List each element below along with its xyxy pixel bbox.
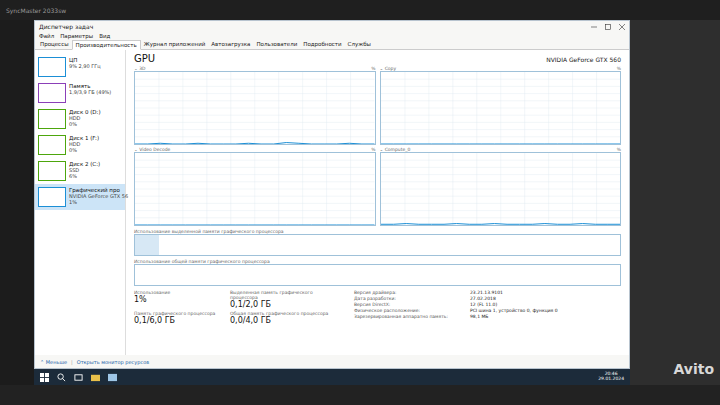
left-bezel <box>0 20 34 385</box>
sidebar-item[interactable]: Память1,9/3,9 ГБ (49%) <box>35 80 125 106</box>
graph-chart <box>134 71 376 145</box>
sidebar: ЦП9% 2,90 ГГцПамять1,9/3,9 ГБ (49%)Диск … <box>35 50 126 355</box>
detail-row: Физическое расположение:PCI шина 1, устр… <box>354 308 558 313</box>
sidebar-item-detail: 1,9/3,9 ГБ (49%) <box>69 89 111 95</box>
monitor-bezel: SyncMaster 2033sw <box>0 0 720 20</box>
sidebar-item[interactable]: Диск 2 (C:)SSD6% <box>35 158 125 184</box>
title-bar: Диспетчер задач <box>35 21 629 32</box>
detail-row: Версия драйвера:23.21.13.9101 <box>354 290 558 295</box>
stat: Память графического процессора0,1/6,0 ГБ <box>134 311 224 325</box>
panel-title: GPU <box>134 53 155 64</box>
sidebar-item-detail: HDD <box>69 141 99 147</box>
window-title: Диспетчер задач <box>39 23 93 30</box>
tab[interactable]: Службы <box>345 40 374 49</box>
tab[interactable]: Производительность <box>72 40 141 50</box>
stat: Выделенная память графического процессор… <box>230 290 340 309</box>
minimize-icon <box>591 24 597 30</box>
clock[interactable]: 20:4629.01.2024 <box>598 372 624 382</box>
thumbnail-graph <box>38 135 66 155</box>
task-manager-window: Диспетчер задачФайлПараметрыВидПроцессыП… <box>34 20 630 369</box>
sidebar-item-name: Графический про <box>69 187 122 193</box>
search-icon[interactable] <box>57 373 66 382</box>
sidebar-item-value: 6% <box>69 173 100 179</box>
close-icon <box>619 24 625 30</box>
folder-icon[interactable] <box>91 373 100 382</box>
taskbar: 20:4629.01.2024 <box>34 369 630 385</box>
sidebar-item-name: Память <box>69 83 111 89</box>
monitor-label: SyncMaster 2033sw <box>6 7 66 14</box>
tab[interactable]: Пользователи <box>253 40 300 49</box>
sidebar-item-value: 1% <box>69 199 122 205</box>
engine-graph: ⌄ Copy% <box>380 66 622 145</box>
resource-monitor-link[interactable]: Открыть монитор ресурсов <box>77 359 149 365</box>
graph-line <box>135 225 375 226</box>
tab[interactable]: Процессы <box>37 40 72 49</box>
gpu-panel: GPU NVIDIA GeForce GTX 560 ⌄ 3D%⌄ Copy%⌄ V… <box>126 50 629 355</box>
graph-line <box>381 144 621 145</box>
memory-bar: Использование выделенной памяти графичес… <box>134 229 621 256</box>
thumbnail-graph <box>38 161 66 181</box>
sidebar-item[interactable]: Графический проNVIDIA GeForce GTX 561% <box>35 184 125 210</box>
menu-item[interactable]: Файл <box>39 33 54 39</box>
maximize-button[interactable] <box>605 24 611 30</box>
task-view-icon[interactable] <box>74 373 83 382</box>
sidebar-item-name: Диск 2 (C:) <box>69 161 100 167</box>
watermark: Avito <box>673 361 714 377</box>
menu-item[interactable]: Параметры <box>60 33 93 39</box>
sidebar-item[interactable]: Диск 1 (F:)HDD0% <box>35 132 125 158</box>
engine-graph: ⌄ 3D% <box>134 66 376 145</box>
thumbnail-graph <box>38 109 66 129</box>
sidebar-item-detail: SSD <box>69 167 100 173</box>
sidebar-item-name: Диск 1 (F:) <box>69 135 99 141</box>
sidebar-item-name: Диск 0 (D:) <box>69 109 101 115</box>
close-button[interactable] <box>619 24 625 30</box>
gpu-model: NVIDIA GeForce GTX 560 <box>546 56 621 63</box>
sidebar-item-name: ЦП <box>69 57 101 63</box>
detail-row: Версия DirectX:12 (FL 11.0) <box>354 302 558 307</box>
graph-chart <box>380 152 622 226</box>
stat: Использование1% <box>134 290 224 309</box>
sidebar-item[interactable]: ЦП9% 2,90 ГГц <box>35 54 125 80</box>
graph-chart <box>380 71 622 145</box>
less-details-link[interactable]: ⌃ Меньше <box>40 359 67 365</box>
graph-line <box>135 143 375 144</box>
background: Avito <box>630 20 720 385</box>
detail-row: Дата разработки:27.02.2018 <box>354 296 558 301</box>
task-manager-icon[interactable] <box>108 373 117 382</box>
sidebar-item-value: 0% <box>69 147 99 153</box>
screen: Диспетчер задачФайлПараметрыВидПроцессыП… <box>34 20 630 385</box>
thumbnail-graph <box>38 83 66 103</box>
menu-item[interactable]: Вид <box>99 33 110 39</box>
thumbnail-graph <box>38 187 66 207</box>
sidebar-item-detail: 9% 2,90 ГГц <box>69 63 101 69</box>
graph-line <box>381 223 621 225</box>
engine-graph: ⌄ Video Decode% <box>134 147 376 226</box>
tab[interactable]: Подробности <box>300 40 344 49</box>
sidebar-item-detail: HDD <box>69 115 101 121</box>
memory-bar: Использование общей памяти графического … <box>134 259 621 286</box>
thumbnail-graph <box>38 57 66 77</box>
engine-graph: ⌄ Compute_0% <box>380 147 622 226</box>
tab[interactable]: Автозагрузка <box>208 40 253 49</box>
start-windows-icon[interactable] <box>40 373 49 382</box>
sidebar-item[interactable]: Диск 0 (D:)HDD0% <box>35 106 125 132</box>
graph-chart <box>134 152 376 226</box>
menu-bar: Файл Параметры Вид <box>35 32 629 40</box>
tab[interactable]: Журнал приложений <box>141 40 209 49</box>
sidebar-item-value: 0% <box>69 121 101 127</box>
maximize-icon <box>605 24 611 30</box>
sidebar-item-detail: NVIDIA GeForce GTX 56 <box>69 193 122 199</box>
photo: SyncMaster 2033sw Диспетчер задач Файл Пара… <box>0 0 720 405</box>
detail-row: Зарезервированная аппаратно память:98,1 … <box>354 314 558 319</box>
minimize-button[interactable] <box>591 24 597 30</box>
stat: Общая память графического процессора0,0/… <box>230 311 340 325</box>
tab-bar: ПроцессыПроизводительностьЖурнал приложе… <box>35 40 629 50</box>
